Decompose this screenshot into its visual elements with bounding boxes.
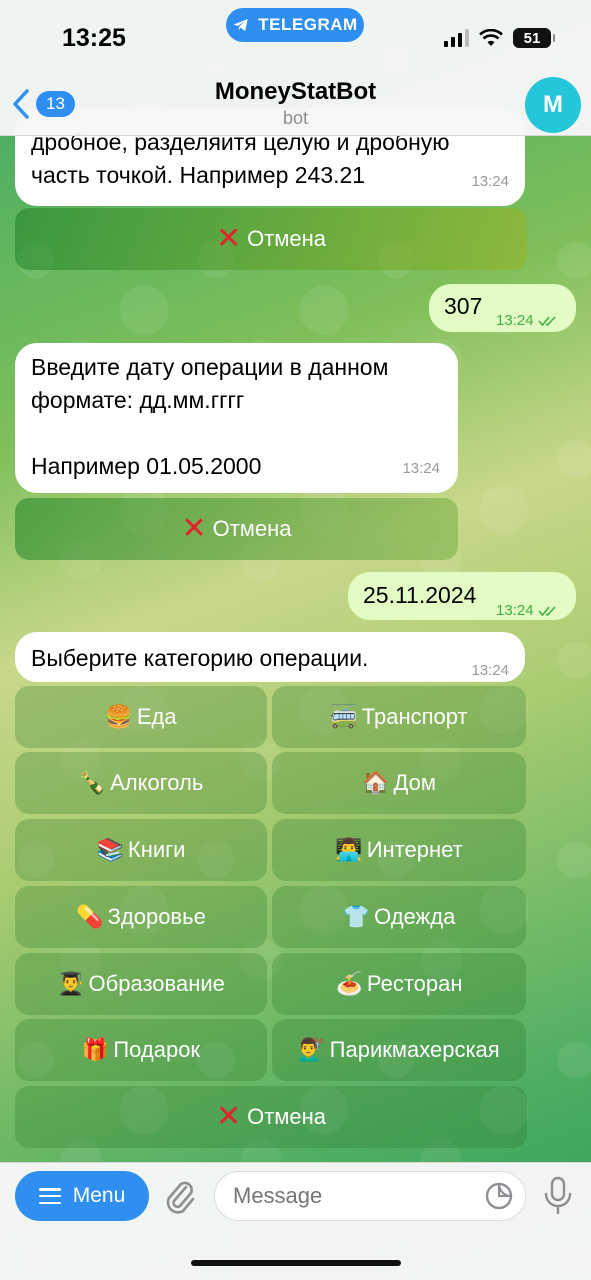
status-icons: 51 [444,28,555,48]
category-button-health[interactable]: 💊 Здоровье [15,886,267,948]
cancel-label: Отмена [247,1104,327,1129]
message-input[interactable] [214,1171,526,1221]
category-button-alcohol[interactable]: 🍾 Алкоголь [15,752,267,814]
telegram-pill-label: TELEGRAM [258,15,358,34]
menu-label: Menu [72,1184,126,1207]
tshirt-icon: 👕 [342,904,371,929]
category-label: Образование [88,971,225,996]
home-indicator [191,1260,401,1266]
message-text: Выберите категорию операции. [31,645,369,671]
bottle-icon: 🍾 [78,770,107,795]
category-button-books[interactable]: 📚 Книги [15,819,267,881]
cross-mark-icon: ✕ [215,1100,242,1133]
gift-icon: 🎁 [81,1037,110,1062]
category-label: Одежда [374,904,456,929]
user-message: 307 13:24 [429,284,576,332]
category-label: Парикмахерская [329,1037,500,1062]
chat-subtitle: bot [282,108,309,128]
message-time: 13:24 [471,173,509,190]
telegram-plane-icon [233,19,249,31]
message-time: 13:24 [471,662,509,679]
message-text: Например 01.05.2000 [31,453,262,479]
chat-header: 13:25 TELEGRAM 51 13 MoneyStatBot bot M [0,0,591,136]
cancel-label: Отмена [247,226,327,251]
books-icon: 📚 [96,837,124,862]
message-text: часть точкой. Например 243.21 [31,162,366,188]
burger-icon: 🍔 [105,704,133,729]
chat-title[interactable]: MoneyStatBot [0,78,591,106]
category-label: Здоровье [107,904,206,929]
cancel-button[interactable]: ✕ Отмена [15,1086,527,1148]
message-text: 307 [444,293,483,319]
haircut-icon: 💇‍♂️ [298,1037,326,1062]
pill-icon: 💊 [76,904,104,929]
hamburger-icon [38,1188,61,1204]
category-button-education[interactable]: 👨‍🎓 Образование [15,953,267,1015]
category-button-transport[interactable]: 🚎 Транспорт [272,686,526,748]
category-button-restaurant[interactable]: 🍝 Ресторан [272,953,526,1015]
message-text: формате: дд.мм.гггг [31,387,245,413]
message-time: 13:24 [402,460,440,477]
user-message: 25.11.2024 13:24 [348,572,576,620]
category-button-barber[interactable]: 💇‍♂️ Парикмахерская [272,1019,526,1081]
bot-menu-button[interactable]: Menu [15,1171,149,1221]
message-time-text: 13:24 [496,312,534,329]
bot-message: Выберите категорию операции. 13:24 [15,632,525,682]
category-button-food[interactable]: 🍔 Еда [15,686,267,748]
category-label: Транспорт [361,704,468,729]
double-check-icon [537,605,556,616]
category-label: Книги [127,837,186,862]
message-time: 13:24 [496,594,558,627]
category-label: Ресторан [366,971,463,996]
avatar[interactable]: M [525,77,581,133]
category-button-clothes[interactable]: 👕 Одежда [272,886,526,948]
house-icon: 🏠 [362,770,390,795]
bot-message: Введите дату операции в данном формате: … [15,343,458,493]
battery-icon: 51 [513,28,555,48]
category-button-home[interactable]: 🏠 Дом [272,752,526,814]
cancel-button[interactable]: ✕ Отмена [15,208,527,270]
sticker-icon[interactable] [484,1181,514,1211]
spaghetti-icon: 🍝 [335,971,363,996]
paperclip-icon[interactable] [162,1177,198,1215]
message-text: 25.11.2024 [363,582,477,608]
message-time: 13:24 [496,304,558,337]
graduate-icon: 👨‍🎓 [57,971,85,996]
category-label: Дом [393,770,436,795]
cross-mark-icon: ✕ [181,512,207,545]
telegram-return-pill[interactable]: TELEGRAM [226,8,364,42]
trolleybus-icon: 🚎 [330,704,358,729]
category-label: Алкоголь [110,770,204,795]
technologist-icon: 👨‍💻 [335,837,363,862]
category-button-internet[interactable]: 👨‍💻 Интернет [272,819,526,881]
status-time: 13:25 [62,24,126,52]
cancel-label: Отмена [212,516,292,541]
message-time-text: 13:24 [496,602,534,619]
category-label: Интернет [366,837,463,862]
category-label: Подарок [113,1037,201,1062]
wifi-icon [479,29,503,46]
message-text: Введите дату операции в данном [31,354,389,380]
category-label: Еда [136,704,177,729]
cellular-signal-icon [444,29,469,47]
double-check-icon [537,315,556,326]
cancel-button[interactable]: ✕ Отмена [15,498,458,560]
microphone-icon[interactable] [543,1176,573,1216]
category-button-gift[interactable]: 🎁 Подарок [15,1019,267,1081]
cross-mark-icon: ✕ [215,222,242,255]
